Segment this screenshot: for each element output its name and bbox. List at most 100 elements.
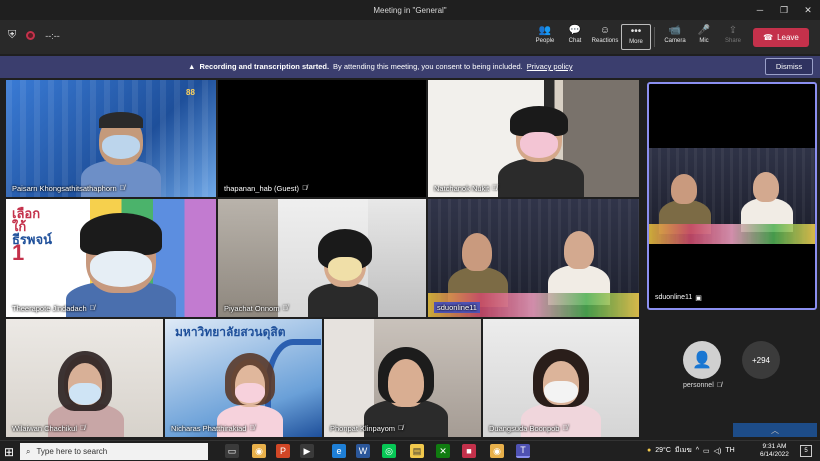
- video-tile[interactable]: Phonpat Klinpayom 🎙̸: [324, 319, 481, 437]
- volume-icon[interactable]: ◁): [714, 447, 722, 455]
- banner-bold-text: Recording and transcription started.: [199, 62, 330, 71]
- system-tray: ● 29°C มีเมฆ ^ ▭ ◁) TH: [647, 445, 735, 456]
- person-icon: 👤: [692, 352, 712, 369]
- participant-name-tag: Wilaiwan Chachikul 🎙̸: [12, 424, 86, 433]
- people-button[interactable]: 👥 People: [530, 24, 560, 50]
- task-view-icon[interactable]: ▭: [225, 444, 239, 458]
- participant-name-tag: Natchanok Nukit 🎙̸: [434, 184, 498, 193]
- weather-desc: มีเมฆ: [674, 447, 692, 454]
- chrome-icon[interactable]: ◉: [252, 444, 266, 458]
- more-icon: •••: [630, 26, 642, 37]
- chat-icon: 💬: [568, 25, 582, 36]
- camera-button[interactable]: 📹 Camera: [660, 24, 690, 50]
- taskbar-search-input[interactable]: ⌕ Type here to search: [20, 443, 208, 460]
- participant-name-tag: Piyachat Onnom 🎙̸: [224, 304, 288, 313]
- recording-banner: ▲ Recording and transcription started. B…: [0, 56, 820, 78]
- avatar-name-tag: personnel 🎙̸: [683, 382, 722, 389]
- windows-taskbar: ⊞ ⌕ Type here to search ▭ ◉ P ▶ e W ◎ ▤ …: [0, 440, 820, 461]
- video-tile[interactable]: thapanan_hab (Guest) 🎙̸: [218, 80, 426, 197]
- mic-off-icon: 🎙̸: [80, 425, 86, 432]
- video-tile[interactable]: เลือก ใก้ ธีรพจน์ 1 Theerapote Jindadach…: [6, 199, 216, 317]
- mic-off-icon: 🎙̸: [119, 185, 125, 192]
- chat-button[interactable]: 💬 Chat: [560, 24, 590, 50]
- mic-off-icon: 🎙̸: [492, 185, 498, 192]
- mic-off-icon: 🎙̸: [302, 185, 308, 192]
- close-button[interactable]: ✕: [796, 0, 820, 20]
- spotlight-tile[interactable]: sduonline11 ▣: [647, 82, 817, 310]
- mic-off-icon: 🎙̸: [89, 305, 95, 312]
- edge-icon[interactable]: e: [332, 444, 346, 458]
- weather-icon: ●: [647, 447, 652, 454]
- more-participants-button[interactable]: +294: [742, 341, 780, 379]
- mic-off-icon: 🎙̸: [398, 425, 404, 432]
- share-icon: ⇪: [728, 25, 738, 36]
- network-icon[interactable]: ▭: [703, 447, 710, 455]
- participant-name-tag: Theerapote Jindadach 🎙̸: [12, 304, 95, 313]
- screen-share-icon: ▣: [695, 295, 702, 302]
- minimize-button[interactable]: ─: [748, 0, 772, 20]
- mic-off-icon: 🎙̸: [282, 305, 288, 312]
- media-icon[interactable]: ▶: [300, 444, 314, 458]
- video-grid: 88 Paisarn Khongsathitsathaphorn 🎙̸ thapa…: [0, 80, 645, 438]
- participant-name-tag: Duangsuda Boonpob 🎙̸: [489, 424, 568, 433]
- participant-name-tag: thapanan_hab (Guest) 🎙̸: [224, 184, 308, 193]
- chrome-icon[interactable]: ◉: [490, 444, 504, 458]
- line-icon[interactable]: ◎: [382, 444, 396, 458]
- weather-temp: 29°C: [655, 447, 671, 454]
- toolbar-divider: [654, 27, 655, 47]
- windows-start-icon[interactable]: ⊞: [4, 445, 14, 459]
- file-explorer-icon[interactable]: ▤: [410, 444, 424, 458]
- video-tile[interactable]: Duangsuda Boonpob 🎙̸: [483, 319, 639, 437]
- university-banner: มหาวิทยาลัยสวนดุสิต: [175, 325, 286, 339]
- chevron-up-icon[interactable]: ︿: [733, 423, 817, 437]
- logo-number: 88: [186, 88, 195, 97]
- sign-number: 1: [12, 240, 25, 265]
- meeting-toolbar: ⛨ --:-- 👥 People 💬 Chat ☺ Reactions ••• …: [0, 20, 820, 54]
- participant-name-tag: Nicharas Phatthirakiad 🎙̸: [171, 424, 255, 433]
- reactions-button[interactable]: ☺ Reactions: [590, 24, 620, 50]
- window-titlebar: Meeting in "General" ─ ❐ ✕: [0, 0, 820, 20]
- participant-name-tag: Paisarn Khongsathitsathaphorn 🎙̸: [12, 184, 125, 193]
- taskbar-clock[interactable]: 9:31 AM 6/14/2022: [760, 443, 789, 459]
- privacy-policy-link[interactable]: Privacy policy: [527, 62, 573, 71]
- participant-name-tag: Phonpat Klinpayom 🎙̸: [330, 424, 404, 433]
- app-icon[interactable]: ■: [462, 444, 476, 458]
- video-tile[interactable]: Piyachat Onnom 🎙̸: [218, 199, 426, 317]
- video-tile[interactable]: มหาวิทยาลัยสวนดุสิต Nicharas Phatthiraki…: [165, 319, 322, 437]
- video-tile[interactable]: 88 Paisarn Khongsathitsathaphorn 🎙̸: [6, 80, 216, 197]
- window-title: Meeting in "General": [373, 5, 447, 15]
- dismiss-button[interactable]: Dismiss: [765, 58, 813, 75]
- leave-button[interactable]: ☎ Leave: [753, 28, 809, 47]
- xbox-icon[interactable]: ✕: [436, 444, 450, 458]
- warning-icon: ▲: [188, 62, 196, 71]
- maximize-button[interactable]: ❐: [772, 0, 796, 20]
- meeting-timer: --:--: [45, 30, 60, 41]
- video-tile[interactable]: Wilaiwan Chachikul 🎙̸: [6, 319, 163, 437]
- keyboard-language[interactable]: TH: [725, 447, 734, 454]
- participant-name-tag: sduonline11: [434, 302, 480, 313]
- teams-icon[interactable]: T: [516, 444, 530, 458]
- camera-icon: 📹: [668, 25, 682, 36]
- mic-off-icon: 🎙̸: [562, 425, 568, 432]
- mic-button[interactable]: 🎤 Mic: [689, 24, 719, 50]
- banner-text: By attending this meeting, you consent t…: [333, 62, 523, 71]
- mic-off-icon: 🎤: [697, 25, 711, 36]
- mic-off-icon: 🎙̸: [249, 425, 255, 432]
- search-icon: ⌕: [26, 446, 31, 456]
- notification-center-button[interactable]: 5: [800, 445, 812, 457]
- spotlight-name-tag: sduonline11 ▣: [655, 294, 702, 302]
- people-icon: 👥: [538, 25, 552, 36]
- recording-icon: [26, 31, 36, 40]
- video-tile[interactable]: sduonline11: [428, 199, 639, 317]
- chevron-up-icon[interactable]: ^: [696, 447, 699, 454]
- powerpoint-icon[interactable]: P: [276, 444, 290, 458]
- shield-icon[interactable]: ⛨: [8, 29, 16, 42]
- share-button[interactable]: ⇪ Share: [718, 24, 748, 50]
- mic-off-icon: 🎙̸: [716, 382, 722, 389]
- reactions-icon: ☺: [599, 25, 611, 36]
- phone-hangup-icon: ☎: [763, 33, 774, 42]
- video-tile[interactable]: Natchanok Nukit 🎙̸: [428, 80, 639, 197]
- participant-avatar[interactable]: 👤: [683, 341, 721, 379]
- more-button[interactable]: ••• More: [621, 24, 651, 50]
- word-icon[interactable]: W: [356, 444, 370, 458]
